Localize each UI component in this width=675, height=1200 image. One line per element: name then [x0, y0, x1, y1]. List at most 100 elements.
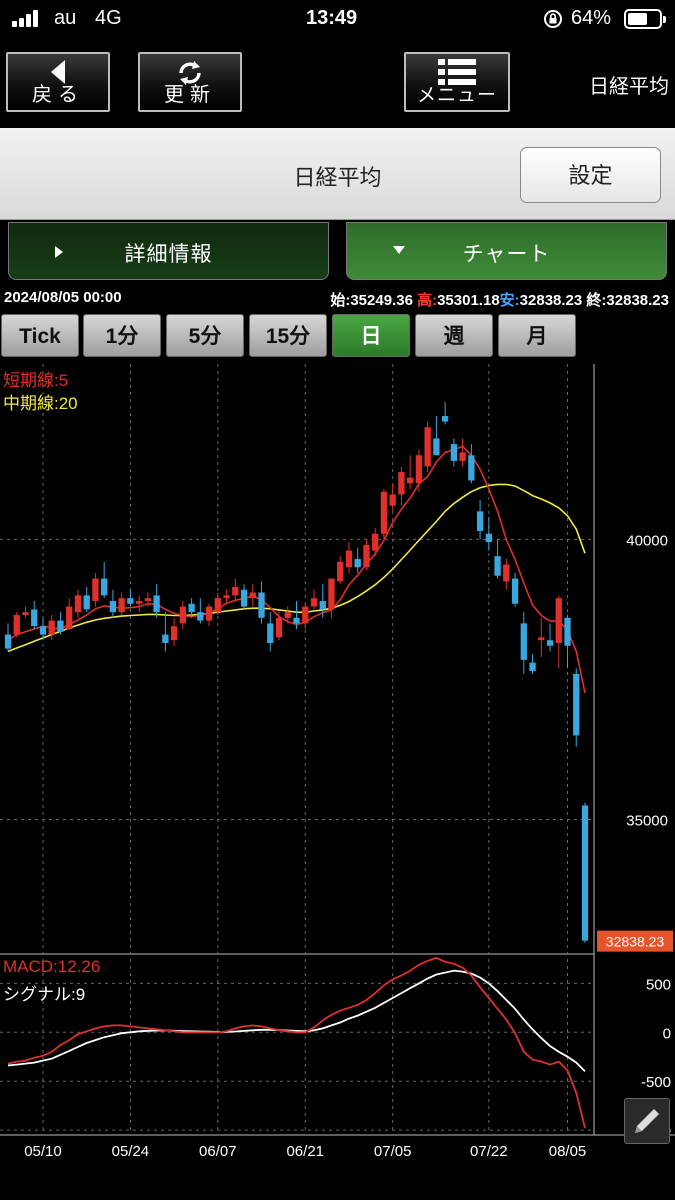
period-tab-15min[interactable]: 15分	[249, 314, 327, 357]
draw-tool-button[interactable]	[624, 1098, 670, 1144]
period-tab-daily[interactable]: 日	[332, 314, 410, 357]
candle-body	[170, 626, 178, 641]
candle-body	[415, 455, 423, 484]
clock: 13:49	[306, 7, 358, 29]
period-tabs: Tick 1分 5分 15分 日 週 月	[0, 313, 675, 358]
signal-legend-label: シグナル:9	[3, 985, 86, 1004]
candle-body	[249, 592, 256, 599]
candle-body	[144, 598, 152, 601]
candle-body	[275, 617, 283, 638]
price-info-row: 2024/08/05 00:00 始:35249.36 高:35301.18安:…	[0, 286, 675, 310]
status-bar: au 4G 13:49 64%	[0, 0, 675, 38]
period-tab-weekly[interactable]: 週	[415, 314, 493, 357]
candle-body	[293, 617, 300, 624]
candle-body	[214, 598, 221, 613]
candle-body	[267, 623, 274, 643]
back-button[interactable]: 戻る	[6, 52, 110, 112]
low-label: 安:	[499, 292, 520, 309]
candle-body	[127, 598, 134, 604]
signal-legend: シグナル:9	[3, 980, 85, 1005]
candle-body	[564, 617, 571, 646]
ohlc-values: 始:35249.36 高:35301.18安:32838.23 終:32838.…	[330, 289, 669, 310]
candle-body	[459, 452, 466, 461]
x-tick-label: 06/07	[199, 1143, 237, 1160]
candle-body	[407, 477, 414, 484]
period-tab-tick[interactable]: Tick	[1, 314, 79, 357]
battery-percent: 64%	[571, 7, 612, 29]
x-tick-label: 05/24	[112, 1143, 150, 1160]
period-tab-5min[interactable]: 5分	[166, 314, 244, 357]
candle-body	[135, 600, 143, 604]
candle-body	[354, 558, 361, 568]
candle-body	[83, 595, 90, 610]
candle-body	[74, 595, 82, 613]
candle-body	[57, 620, 64, 632]
candle-body	[197, 612, 204, 621]
top-toolbar: 戻る 更新 メニュー 日経平均	[0, 38, 675, 128]
candle-body	[31, 609, 38, 627]
open-value: 35249.36	[350, 292, 413, 309]
candle-body	[205, 606, 213, 621]
rotation-lock-icon	[544, 10, 562, 28]
candle-body	[529, 662, 536, 672]
candle-body	[389, 494, 396, 506]
menu-button-label: メニュー	[416, 85, 497, 106]
candle-body	[546, 640, 554, 646]
candle-body	[284, 612, 291, 618]
candle-body	[232, 586, 239, 596]
candle-body	[223, 595, 230, 599]
macd-legend: MACD:12.26	[3, 957, 100, 977]
macd-y-tick-label: -500	[641, 1074, 671, 1091]
signal-strength-icon	[12, 9, 44, 27]
signal-line	[7, 969, 586, 1073]
menu-button[interactable]: メニュー	[404, 52, 510, 112]
quote-datetime: 2024/08/05 00:00	[4, 289, 122, 306]
period-tab-monthly[interactable]: 月	[498, 314, 576, 357]
candle-body	[258, 592, 265, 618]
chart-canvas[interactable]: 05/10 05/24 06/07 06/21 07/05 07/22 08/05 40000…	[0, 360, 675, 1200]
low-value: 32838.23	[519, 292, 583, 309]
candle-body	[39, 626, 47, 635]
candle-body	[101, 578, 108, 596]
ma-mid-legend-label: 中期線:20	[3, 394, 78, 413]
candle-body	[92, 578, 99, 601]
high-label: 高:	[417, 292, 438, 309]
candle-body	[468, 455, 475, 481]
candle-body	[319, 600, 326, 610]
candle-body	[345, 550, 353, 568]
y-tick-label: 40000	[626, 532, 668, 549]
candle-body	[162, 634, 169, 643]
ma-short-legend: 短期線:5	[3, 366, 68, 391]
macd-y-tick-label: 500	[646, 976, 671, 993]
candle-body	[450, 444, 458, 461]
tab-detail-info[interactable]: 詳細情報	[8, 222, 329, 280]
ma-short-legend-label: 短期線:5	[3, 371, 69, 390]
y-tick-label: 35000	[626, 813, 668, 830]
settings-button[interactable]: 設定	[520, 147, 661, 203]
refresh-button[interactable]: 更新	[138, 52, 242, 112]
back-button-label: 戻る	[32, 84, 84, 106]
period-tab-1min[interactable]: 1分	[83, 314, 161, 357]
x-tick-label: 05/10	[24, 1143, 62, 1160]
candle-body	[398, 472, 405, 495]
candle-body	[380, 491, 388, 534]
open-label: 始:	[330, 292, 351, 309]
close-value: 32838.23	[606, 292, 669, 309]
tab-chart[interactable]: チャート	[346, 222, 667, 280]
candle-body	[538, 637, 545, 641]
candle-body	[310, 598, 318, 607]
candle-body	[503, 564, 510, 582]
candle-body	[109, 600, 117, 613]
macd-y-tick-label: 0	[663, 1025, 671, 1042]
candle-body	[433, 438, 440, 456]
close-label: 終:	[586, 292, 607, 309]
candle-body	[48, 620, 55, 635]
candle-body	[328, 578, 335, 610]
network-type: 4G	[95, 7, 122, 29]
candle-body	[555, 598, 562, 643]
candle-body	[118, 598, 125, 613]
chart-area[interactable]: 05/10 05/24 06/07 06/21 07/05 07/22 08/05 40000…	[0, 360, 675, 1200]
tab-chart-label: チャート	[462, 243, 551, 266]
last-price-label: 32838.23	[606, 934, 665, 950]
x-tick-label: 07/22	[470, 1143, 508, 1160]
